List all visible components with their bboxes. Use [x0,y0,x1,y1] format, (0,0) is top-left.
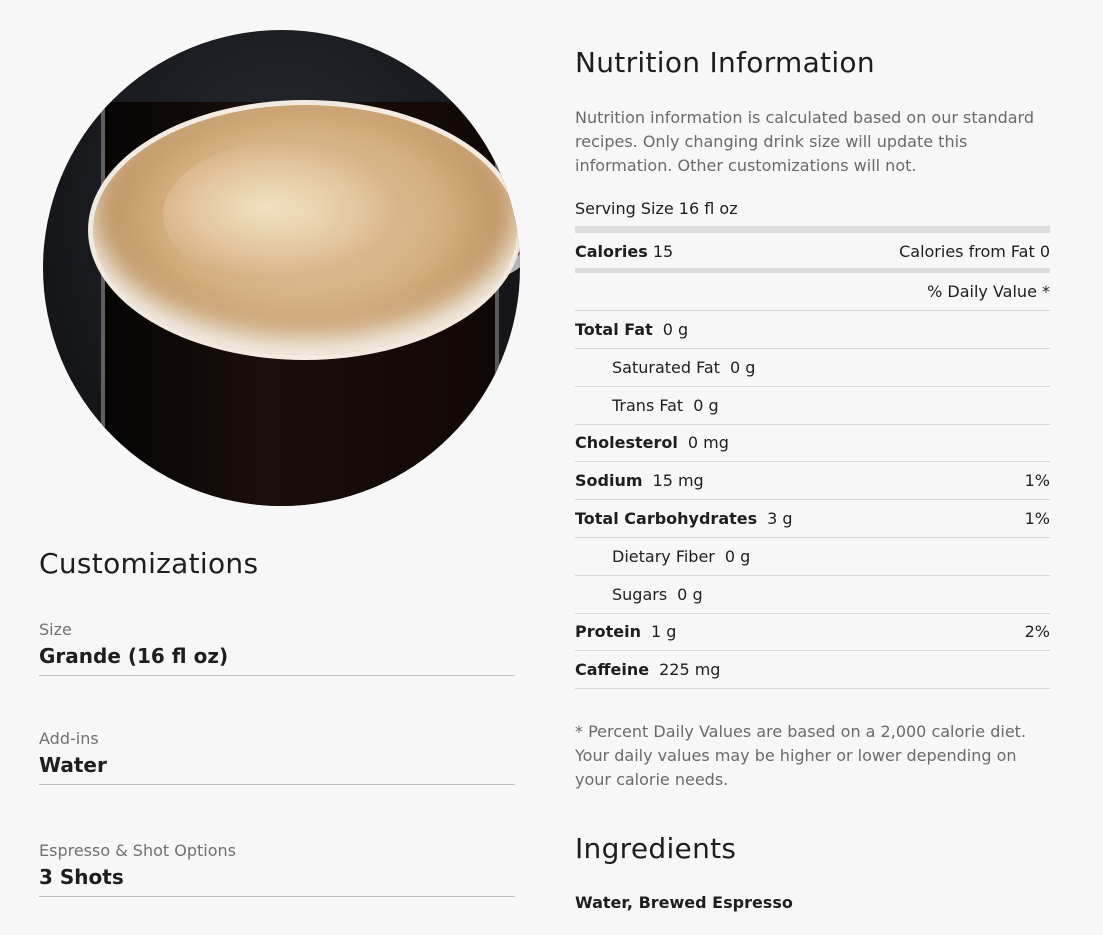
nutrient-name: Sugars [612,584,668,604]
nutrient-amount: 0 g [693,395,719,415]
nutrient-row: Trans Fat 0 g [575,387,1050,425]
nutrition-description: Nutrition information is calculated base… [575,108,1034,175]
nutrient-amount: 225 mg [659,660,721,680]
nutrient-name: Total Carbohydrates [575,509,758,528]
nutrient-row: Sodium 15 mg 1% [575,462,1050,501]
divider [575,226,1050,233]
customization-label: Add-ins [39,729,99,748]
ingredients-text: Water, Brewed Espresso [575,893,793,912]
daily-value-header: % Daily Value * [927,282,1050,301]
customization-value: Grande (16 fl oz) [39,644,229,668]
calories-label: Calories [575,241,648,261]
nutrient-row: Cholesterol 0 mg [575,424,1050,463]
nutrient-name: Protein [575,622,641,642]
ingredients-title: Ingredients [575,832,737,865]
calories-row: Calories 15 Calories from Fat 0 [575,234,1050,268]
calories-value: 15 [652,241,674,261]
nutrient-row: Caffeine 225 mg [575,651,1050,690]
nutrient-amount: 0 g [729,357,756,377]
nutrient-amount: 3 g [767,509,793,528]
customization-espresso-shots[interactable]: Espresso & Shot Options 3 Shots [39,841,515,897]
product-image [43,30,520,506]
nutrient-amount: 15 mg [652,471,704,491]
customizations-title: Customizations [39,547,259,580]
nutrient-row: Total Fat 0 g [575,311,1050,349]
customization-size[interactable]: Size Grande (16 fl oz) [39,620,515,676]
nutrient-amount: 0 g [677,584,703,604]
daily-value-header-row: % Daily Value * [575,273,1050,311]
nutrient-daily-value: 1% [1024,471,1050,491]
crema-swirl [163,140,423,290]
customization-add-ins[interactable]: Add-ins Water [39,729,515,785]
nutrient-amount: 0 g [724,546,751,566]
nutrient-name: Cholesterol [575,433,678,453]
nutrient-amount: 1 g [650,622,677,642]
customization-label: Size [39,620,72,639]
nutrient-amount: 0 g [662,320,689,339]
nutrient-name: Saturated Fat [612,357,720,377]
serving-size: Serving Size 16 fl oz [575,199,738,218]
customization-value: 3 Shots [39,865,124,889]
nutrient-name: Caffeine [575,660,650,680]
customization-value: Water [39,753,107,777]
nutrition-footnote: * Percent Daily Values are based on a 2,… [575,722,1027,789]
nutrient-daily-value: 2% [1024,622,1050,642]
nutrient-row: Protein 1 g 2% [575,613,1050,652]
nutrient-row: Total Carbohydrates 3 g 1% [575,500,1050,538]
nutrient-row: Sugars 0 g [575,576,1050,614]
nutrient-name: Trans Fat [612,395,684,415]
customization-label: Espresso & Shot Options [39,841,236,860]
nutrient-name: Total Fat [575,320,653,339]
nutrient-row: Dietary Fiber 0 g [575,538,1050,576]
nutrient-daily-value: 1% [1024,509,1050,528]
nutrient-name: Sodium [575,471,643,491]
nutrient-amount: 0 mg [687,433,729,453]
nutrient-name: Dietary Fiber [612,546,715,566]
nutrient-row: Saturated Fat 0 g [575,349,1050,387]
nutrition-title: Nutrition Information [575,46,875,79]
calories-from-fat: Calories from Fat 0 [899,241,1050,261]
